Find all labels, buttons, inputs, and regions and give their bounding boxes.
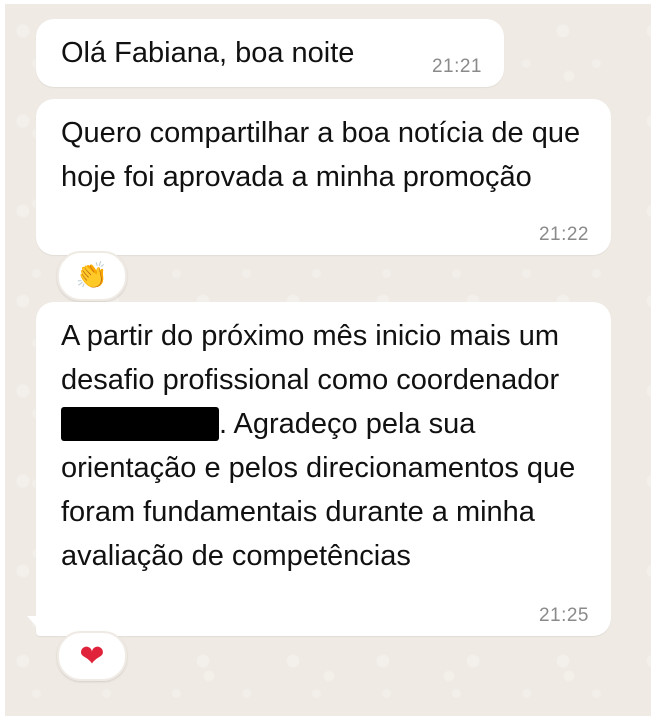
redaction-box xyxy=(61,407,219,441)
message-timestamp: 21:22 xyxy=(538,224,589,245)
message-timestamp: 21:21 xyxy=(431,56,482,77)
reaction-badge[interactable]: ❤ xyxy=(57,631,127,681)
message-bubble[interactable]: A partir do próximo mês inicio mais um d… xyxy=(36,302,611,636)
message-text: Quero compartilhar a boa notícia de que … xyxy=(61,117,589,193)
chat-thread: Olá Fabiana, boa noite 21:21 Quero compa… xyxy=(5,4,651,716)
message-bubble[interactable]: Quero compartilhar a boa notícia de que … xyxy=(36,99,611,255)
bubble-tail xyxy=(27,616,45,636)
message-text: A partir do próximo mês inicio mais um d… xyxy=(36,302,601,578)
message-text-part: A partir do próximo mês inicio mais um d… xyxy=(61,320,568,396)
clapping-hands-icon: 👏 xyxy=(75,261,109,291)
message-timestamp: 21:25 xyxy=(538,605,589,626)
red-heart-icon: ❤ xyxy=(79,638,105,674)
reaction-badge[interactable]: 👏 xyxy=(57,251,127,301)
message-bubble[interactable]: Olá Fabiana, boa noite 21:21 xyxy=(36,19,504,87)
